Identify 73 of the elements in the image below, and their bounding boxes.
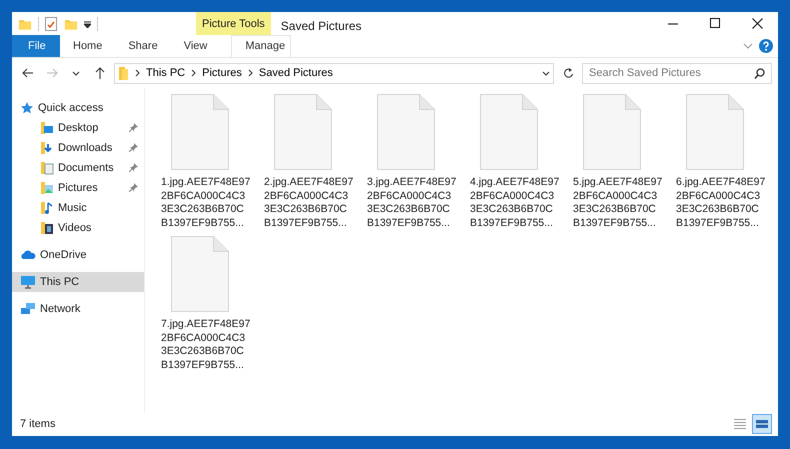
- item-count: 7 items: [20, 416, 56, 432]
- window-title: Saved Pictures: [280, 18, 362, 35]
- sidebar-item[interactable]: Videos: [12, 218, 144, 238]
- address-bar[interactable]: This PC Pictures Saved Pictures: [114, 62, 554, 84]
- sidebar-item[interactable]: Downloads: [12, 138, 144, 158]
- sidebar-item[interactable]: Quick access: [12, 98, 144, 118]
- help-icon[interactable]: [758, 39, 772, 53]
- pin-icon: [129, 163, 138, 172]
- contextual-tab-group-label: Picture Tools: [196, 12, 271, 35]
- blank-file-icon: [274, 94, 332, 170]
- breadcrumb-separator-icon: [135, 69, 140, 77]
- file-name: 6.jpg.AEE7F48E97 2BF6CA000C4C3 3E3C263B6B70C B1397EF9B755...: [675, 176, 766, 230]
- blank-file-icon: [583, 94, 641, 170]
- sidebar-label: Network: [40, 302, 80, 317]
- desktop-folder-icon: [40, 121, 54, 135]
- sidebar-label: Pictures: [58, 180, 98, 196]
- breadcrumb-separator-icon: [248, 69, 253, 77]
- search-icon[interactable]: [754, 68, 765, 78]
- pin-icon: [129, 123, 138, 132]
- blank-file-icon: [171, 94, 229, 170]
- sidebar-label: OneDrive: [40, 248, 86, 263]
- file-name: 2.jpg.AEE7F48E97 2BF6CA000C4C3 3E3C263B6B70C B1397EF9B755...: [263, 176, 354, 230]
- pin-icon: [129, 143, 138, 152]
- breadcrumb-link[interactable]: Pictures: [202, 64, 242, 82]
- documents-folder-icon: [40, 161, 54, 175]
- sidebar-label: Quick access: [38, 100, 104, 116]
- sidebar-item[interactable]: Desktop: [12, 118, 144, 138]
- blank-file-icon: [171, 236, 229, 312]
- expand-ribbon-icon[interactable]: [743, 43, 753, 49]
- properties-icon[interactable]: [45, 16, 58, 30]
- pictures-folder-icon: [40, 181, 54, 195]
- sidebar-item[interactable]: This PC: [12, 272, 144, 292]
- cloud-icon: [20, 249, 36, 261]
- breadcrumb-link[interactable]: This PC: [146, 64, 186, 82]
- sidebar-item[interactable]: Music: [12, 198, 144, 218]
- ribbon-tab[interactable]: Share: [115, 35, 171, 57]
- pin-icon: [129, 183, 138, 192]
- sidebar-label: Documents: [58, 160, 114, 176]
- file-name: 1.jpg.AEE7F48E97 2BF6CA000C4C3 3E3C263B6B70C B1397EF9B755...: [160, 176, 250, 230]
- sidebar-item[interactable]: Documents: [12, 158, 144, 178]
- sidebar-label: This PC: [40, 274, 80, 290]
- videos-folder-icon: [40, 221, 54, 235]
- computer-icon: [20, 275, 36, 289]
- customize-dropdown-icon[interactable]: [84, 20, 91, 28]
- network-icon: [20, 302, 36, 316]
- search-field[interactable]: Search Saved Pictures: [582, 62, 772, 84]
- downloads-folder-icon: [40, 141, 54, 155]
- maximize-icon[interactable]: [710, 18, 720, 29]
- sidebar-item[interactable]: OneDrive: [12, 245, 144, 265]
- file-tab[interactable]: File: [12, 35, 60, 57]
- large-icons-view-icon[interactable]: [752, 414, 772, 434]
- ribbon-tab[interactable]: Home: [60, 35, 116, 57]
- sidebar-item[interactable]: Pictures: [12, 178, 144, 198]
- file-name: 4.jpg.AEE7F48E97 2BF6CA000C4C3 3E3C263B6B70C B1397EF9B755...: [469, 176, 560, 230]
- breadcrumb-link[interactable]: Saved Pictures: [258, 64, 333, 82]
- breadcrumb-separator-icon: [191, 69, 196, 77]
- sidebar-label: Music: [58, 200, 87, 216]
- sidebar-item[interactable]: Network: [12, 299, 144, 319]
- pictures-folder-icon: [119, 66, 129, 80]
- blank-file-icon: [686, 94, 744, 170]
- sidebar-label: Downloads: [58, 140, 112, 156]
- quick-access-star-icon: [20, 101, 34, 115]
- file-name: 3.jpg.AEE7F48E97 2BF6CA000C4C3 3E3C263B6B70C B1397EF9B755...: [366, 176, 456, 230]
- sidebar-label: Desktop: [58, 120, 98, 136]
- sidebar-label: Videos: [58, 220, 92, 236]
- blank-file-icon: [377, 94, 435, 170]
- blank-file-icon: [480, 94, 538, 170]
- file-name: 5.jpg.AEE7F48E97 2BF6CA000C4C3 3E3C263B6B70C B1397EF9B755...: [572, 176, 662, 230]
- ribbon-tab[interactable]: Manage: [231, 35, 292, 57]
- music-folder-icon: [40, 201, 54, 215]
- close-icon[interactable]: [752, 18, 762, 29]
- file-name: 7.jpg.AEE7F48E97 2BF6CA000C4C3 3E3C263B6B70C B1397EF9B755...: [160, 318, 250, 372]
- ribbon-tab[interactable]: View: [170, 35, 220, 57]
